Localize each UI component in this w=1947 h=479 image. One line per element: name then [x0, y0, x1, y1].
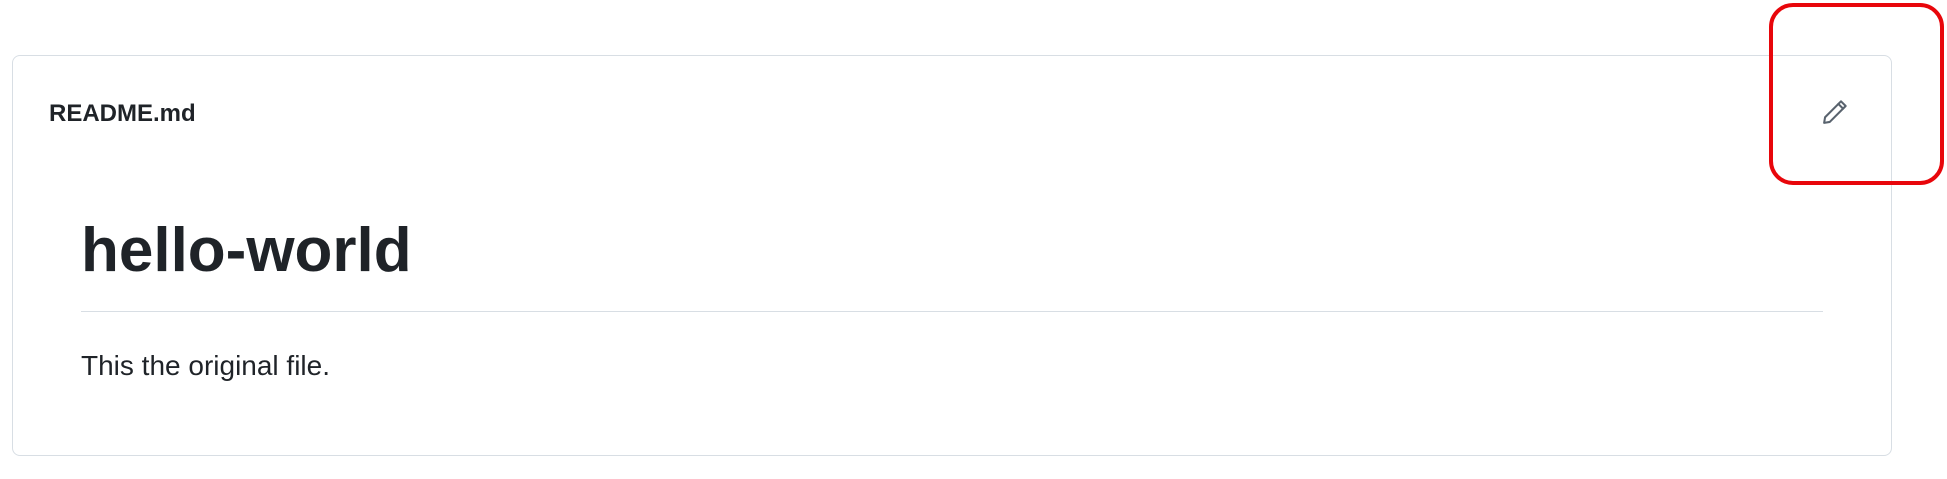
readme-header: README.md — [13, 56, 1891, 171]
markdown-body: hello-world This the original file. — [81, 211, 1823, 386]
readme-panel: README.md hello-world This the original … — [12, 55, 1892, 456]
readme-heading: hello-world — [81, 211, 1823, 312]
file-name[interactable]: README.md — [49, 100, 196, 128]
pencil-icon — [1820, 97, 1850, 132]
edit-file-button[interactable] — [1815, 94, 1855, 134]
readme-paragraph: This the original file. — [81, 350, 331, 381]
